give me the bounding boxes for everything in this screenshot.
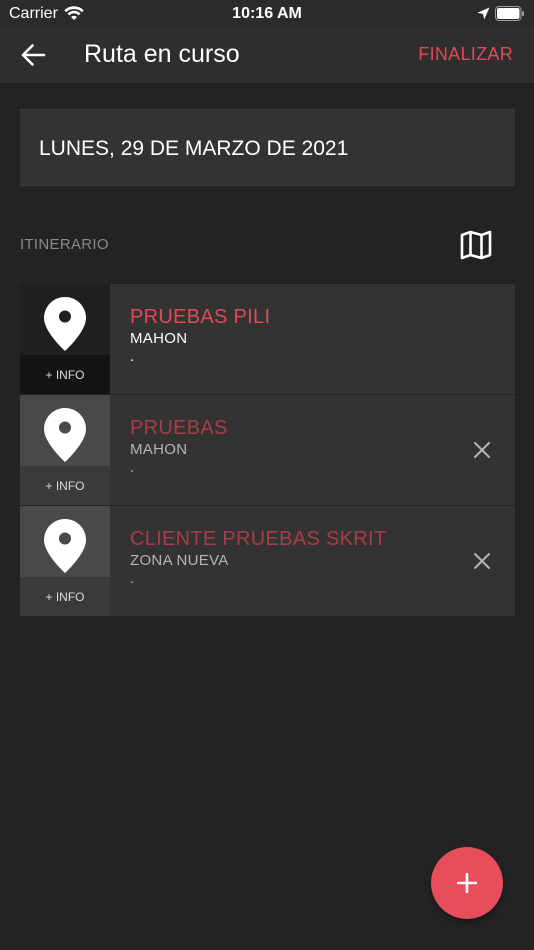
nav-bar: Ruta en curso FINALIZAR — [0, 27, 534, 83]
stop-detail: . — [130, 348, 135, 365]
stop-marker: + INFO — [20, 284, 110, 394]
stop-name: CLIENTE PRUEBAS SKRIT — [130, 528, 387, 550]
stop-detail: . — [130, 570, 135, 587]
app-screen: Carrier 10:16 AM Ruta en curso FINALIZAR… — [0, 0, 534, 950]
stop-details: PRUEBAS MAHON . — [110, 395, 515, 505]
stop-details: PRUEBAS PILI MAHON . — [110, 284, 515, 394]
info-button[interactable]: + INFO — [20, 577, 110, 616]
battery-icon — [495, 6, 524, 21]
stop-name: PRUEBAS PILI — [130, 306, 271, 328]
page-title: Ruta en curso — [84, 40, 240, 68]
stop-name: PRUEBAS — [130, 417, 228, 439]
itinerary-heading: ITINERARIO — [20, 236, 109, 253]
map-icon[interactable] — [459, 228, 493, 262]
itinerary-item[interactable]: + INFO PRUEBAS MAHON . — [20, 395, 515, 505]
route-date: LUNES, 29 DE MARZO DE 2021 — [39, 137, 349, 160]
location-arrow-icon — [477, 7, 490, 20]
stop-marker: + INFO — [20, 506, 110, 616]
stop-city: MAHON — [130, 330, 188, 347]
itinerary-list: + INFO PRUEBAS PILI MAHON . + INFO PRUEB… — [20, 284, 515, 616]
status-bar: Carrier 10:16 AM — [0, 0, 534, 27]
stop-detail: . — [130, 459, 135, 476]
info-button[interactable]: + INFO — [20, 466, 110, 505]
plus-icon — [457, 873, 477, 893]
location-pin-icon — [44, 519, 86, 573]
stop-details: CLIENTE PRUEBAS SKRIT ZONA NUEVA . — [110, 506, 515, 616]
arrow-left-icon[interactable] — [20, 42, 46, 68]
add-stop-button[interactable] — [431, 847, 503, 919]
close-icon[interactable] — [472, 440, 492, 460]
itinerary-item[interactable]: + INFO CLIENTE PRUEBAS SKRIT ZONA NUEVA … — [20, 506, 515, 616]
stop-city: ZONA NUEVA — [130, 552, 229, 569]
location-pin-icon — [44, 408, 86, 462]
route-date-card: LUNES, 29 DE MARZO DE 2021 — [20, 109, 515, 186]
status-time: 10:16 AM — [232, 5, 302, 22]
finalizar-button[interactable]: FINALIZAR — [418, 44, 513, 65]
info-button[interactable]: + INFO — [20, 355, 110, 394]
close-icon[interactable] — [472, 551, 492, 571]
location-pin-icon — [44, 297, 86, 351]
itinerary-item[interactable]: + INFO PRUEBAS PILI MAHON . — [20, 284, 515, 394]
stop-city: MAHON — [130, 441, 188, 458]
stop-marker: + INFO — [20, 395, 110, 505]
